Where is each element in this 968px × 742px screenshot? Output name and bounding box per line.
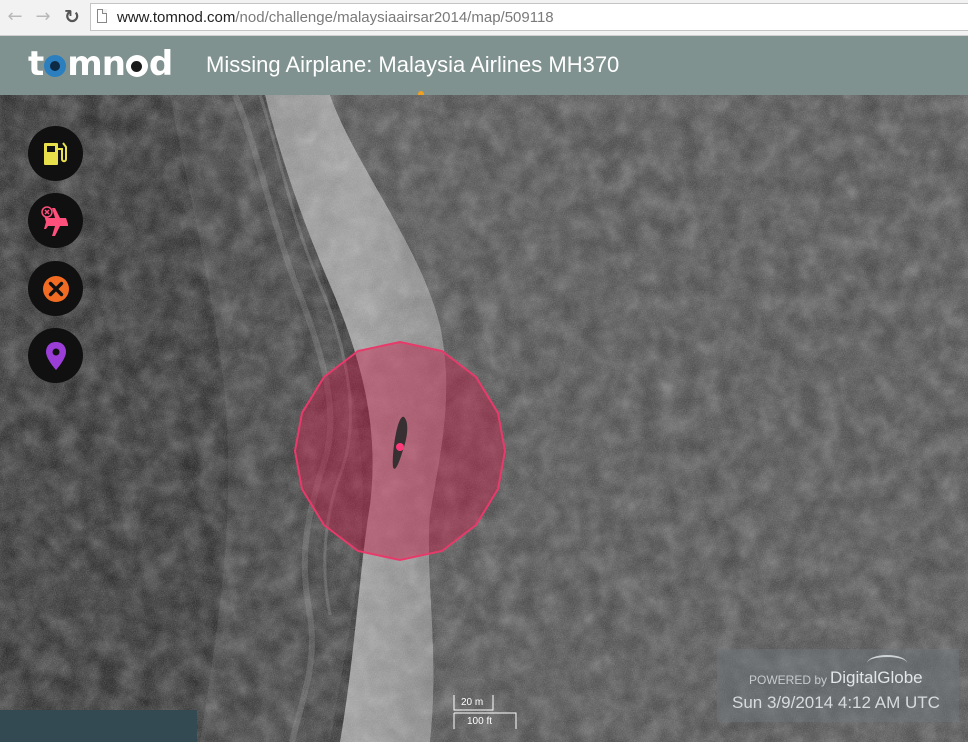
fuel-pump-icon xyxy=(43,141,67,165)
page-title: Missing Airplane: Malaysia Airlines MH37… xyxy=(206,52,620,77)
tool-wreckage[interactable] xyxy=(28,261,83,316)
plane-crossed-icon xyxy=(40,205,68,236)
page-icon xyxy=(97,9,107,23)
scale-imperial: 100 ft xyxy=(467,716,493,727)
map-pin-icon xyxy=(45,341,66,370)
url-text[interactable]: www.tomnod.com/nod/challenge/malaysiaair… xyxy=(117,9,554,26)
tool-fuel-slick[interactable] xyxy=(28,126,83,181)
map-scale: 20 m 100 ft xyxy=(453,694,523,732)
app-header: t mn d Missing Airplane: Malaysia Airlines… xyxy=(0,36,968,95)
tool-airplane[interactable] xyxy=(28,193,83,248)
address-bar[interactable]: www.tomnod.com/nod/challenge/malaysiaair… xyxy=(90,3,968,31)
powered-by-text: POWERED by xyxy=(749,673,828,687)
marker-center-dot[interactable] xyxy=(396,443,404,451)
tomnod-logo[interactable]: t mn d xyxy=(28,42,173,86)
satellite-map[interactable] xyxy=(0,95,968,742)
forward-button[interactable]: → xyxy=(32,6,54,28)
reload-button[interactable]: ↻ xyxy=(61,6,83,28)
imagery-date: Sun 3/9/2014 4:12 AM UTC xyxy=(732,693,940,712)
map-imagery xyxy=(0,95,968,742)
tool-other[interactable] xyxy=(28,328,83,383)
scale-metric: 20 m xyxy=(461,697,484,708)
digitalglobe-brand: DigitalGlobe xyxy=(830,668,923,687)
x-circle-icon xyxy=(42,275,69,302)
bottom-left-panel[interactable] xyxy=(0,710,197,742)
imagery-attribution: POWERED by DigitalGlobe Sun 3/9/2014 4:1… xyxy=(717,649,959,722)
browser-toolbar: ← → ↻ www.tomnod.com/nod/challenge/malay… xyxy=(0,0,968,36)
back-button[interactable]: ← xyxy=(4,6,26,28)
